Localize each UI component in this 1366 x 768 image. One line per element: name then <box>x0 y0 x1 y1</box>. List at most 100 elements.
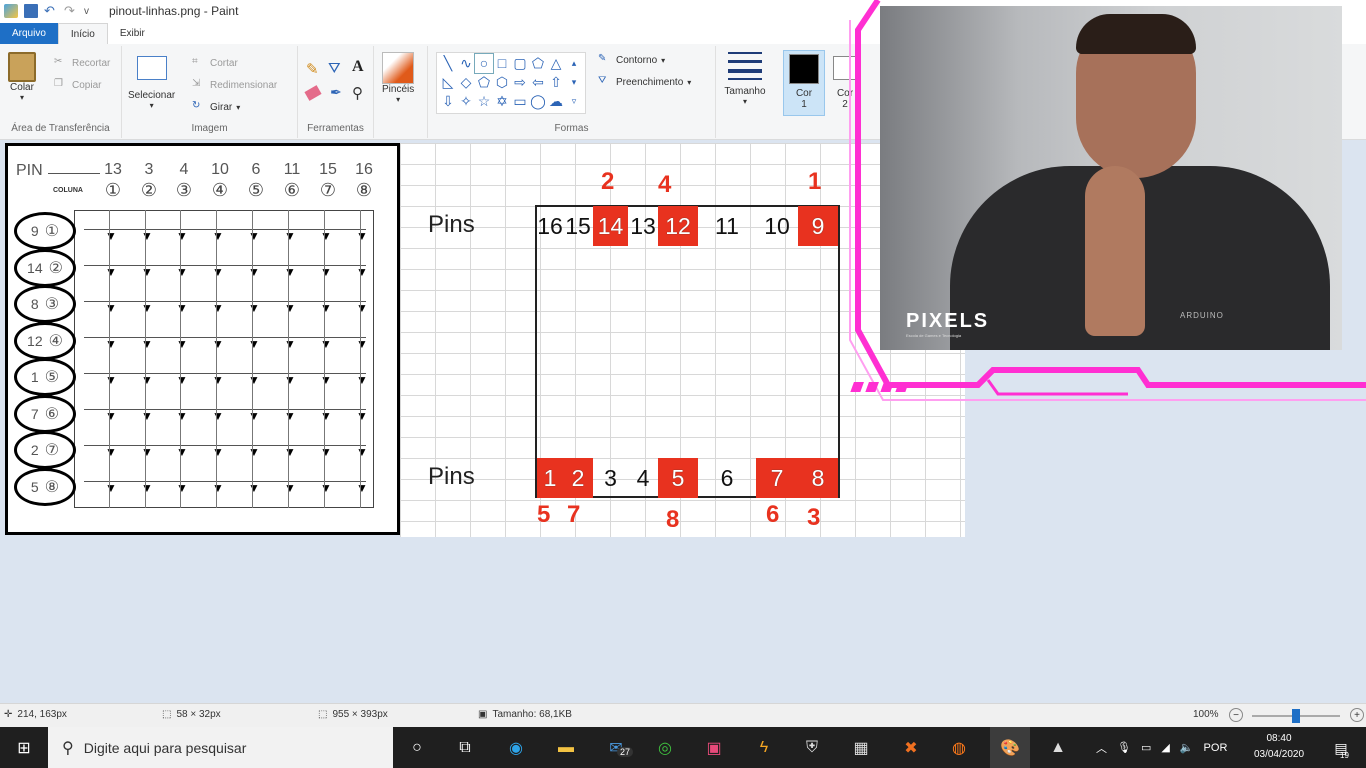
redo-icon[interactable]: ↷ <box>64 4 78 18</box>
led-diode-icon: ▼ <box>248 481 260 495</box>
color-picker-icon[interactable]: ✒ <box>330 84 342 101</box>
rectangle-shape-icon[interactable]: □ <box>493 54 511 73</box>
row-oval: 1⑤ <box>14 358 76 396</box>
star6-shape-icon[interactable]: ✡ <box>493 92 511 111</box>
brushes-button[interactable]: Pincéis ▾ <box>382 52 414 104</box>
led-diode-icon: ▼ <box>105 409 117 423</box>
right-triangle-shape-icon[interactable]: ◺ <box>439 73 457 92</box>
led-diode-icon: ▼ <box>248 373 260 387</box>
chevron-down-icon: ▾ <box>149 101 154 110</box>
undo-icon[interactable]: ↶ <box>44 4 58 18</box>
file-explorer-icon[interactable]: ▬ <box>553 735 579 761</box>
xampp-icon[interactable]: ✖ <box>898 735 924 761</box>
led-diode-icon: ▼ <box>105 265 117 279</box>
led-diode-icon: ▼ <box>212 481 224 495</box>
start-windows-icon[interactable]: ⊞ <box>11 735 37 761</box>
green-app-icon[interactable]: ◎ <box>652 735 678 761</box>
sublime-icon[interactable]: ϟ <box>751 735 777 761</box>
arrow-up-shape-icon[interactable]: ⇧ <box>547 73 565 92</box>
edge-icon[interactable]: ◉ <box>503 735 529 761</box>
image-viewer-icon[interactable]: ▲ <box>1045 735 1071 761</box>
save-icon[interactable] <box>24 4 38 18</box>
ide-icon[interactable]: ▣ <box>701 735 727 761</box>
led-diode-icon: ▼ <box>356 337 368 351</box>
arrow-down-shape-icon[interactable]: ⇩ <box>439 92 457 111</box>
task-view-icon[interactable]: ⧉ <box>452 735 478 761</box>
window-title: pinout-linhas.png - Paint <box>109 4 239 18</box>
bottom-pin-cell: 1 <box>537 458 563 498</box>
star4-shape-icon[interactable]: ✧ <box>457 92 475 111</box>
show-hidden-icons-icon[interactable]: ︿ <box>1096 740 1107 756</box>
triangle-shape-icon[interactable]: △ <box>547 54 565 73</box>
tab-arquivo[interactable]: Arquivo <box>0 23 58 44</box>
line-shape-icon[interactable]: ╲ <box>439 54 457 73</box>
volume-icon[interactable]: 🔈 <box>1180 741 1194 754</box>
battery-icon[interactable]: ▭ <box>1141 741 1151 754</box>
pentagon-shape-icon[interactable]: ⬠ <box>475 73 493 92</box>
bottom-pin-cell: 6 <box>720 465 734 491</box>
column-number: ③ <box>175 180 193 200</box>
fill-bucket-icon[interactable]: ⛛ <box>328 60 341 77</box>
firefox-icon[interactable]: ◍ <box>946 735 972 761</box>
hexagon-shape-icon[interactable]: ⬡ <box>493 73 511 92</box>
column-number: ④ <box>211 180 229 200</box>
copy-button[interactable]: ❐ Copiar <box>54 78 101 92</box>
led-diode-icon: ▼ <box>141 229 153 243</box>
fill-button[interactable]: ⛛ Preenchimento ▾ <box>598 75 691 89</box>
outline-button[interactable]: ✎ Contorno ▾ <box>598 53 665 67</box>
led-diode-icon: ▼ <box>176 445 188 459</box>
callout-rect-shape-icon[interactable]: ▭ <box>511 92 529 111</box>
shapes-gallery[interactable]: ╲ ∿ ○ □ ▢ ⬠ △ ▴ ◺ ◇ ⬠ ⬡ ⇨ ⇦ ⇧ ▾ ⇩ ✧ ☆ ✡ … <box>436 52 586 114</box>
bottom-red-number: 5 <box>537 501 551 528</box>
column-wire <box>360 210 361 508</box>
microphone-icon[interactable]: 🎙 <box>1117 741 1131 754</box>
row-number: ⑤ <box>44 369 60 386</box>
rounded-rectangle-shape-icon[interactable]: ▢ <box>511 54 529 73</box>
led-matrix-schematic[interactable]: PIN COLUNA 13 3 4 10 6 11 15 16 ①②③④⑤⑥⑦⑧ ▼ ▼ ▼ ▼ ▼ ▼… <box>5 143 400 535</box>
diamond-shape-icon[interactable]: ◇ <box>457 73 475 92</box>
size-button[interactable]: Tamanho ▾ <box>720 52 770 106</box>
text-tool-icon[interactable]: A <box>352 58 364 76</box>
zoom-slider-thumb[interactable] <box>1292 709 1300 723</box>
taskbar-search-box[interactable]: ⚲ Digite aqui para pesquisar <box>48 727 393 768</box>
cut-button[interactable]: ✂ Recortar <box>54 56 110 70</box>
star5-shape-icon[interactable]: ☆ <box>475 92 493 111</box>
callout-cloud-shape-icon[interactable]: ☁ <box>547 92 565 111</box>
shapes-scroll-up-icon[interactable]: ▴ <box>565 54 583 73</box>
magnifier-icon[interactable]: ⚲ <box>352 84 363 102</box>
network-icon[interactable]: ◢ <box>1161 741 1169 754</box>
rotate-button[interactable]: ↻ Girar ▾ <box>192 100 240 114</box>
tab-exibir[interactable]: Exibir <box>108 23 157 44</box>
brushes-label: Pincéis <box>382 84 415 95</box>
color1-button[interactable]: Cor 1 <box>783 50 825 116</box>
row-oval: 7⑥ <box>14 394 76 433</box>
column-wire <box>288 210 289 508</box>
paint-taskbar-icon[interactable]: 🎨 <box>990 727 1030 768</box>
quick-access-dropdown[interactable]: v <box>84 6 89 17</box>
cortana-icon[interactable]: ○ <box>404 735 430 761</box>
resize-button[interactable]: ⇲ Redimensionar <box>192 78 277 92</box>
oval-shape-icon[interactable]: ○ <box>474 53 494 74</box>
column-pin-number: 16 <box>355 161 373 178</box>
zoom-in-button[interactable]: + <box>1350 708 1364 722</box>
crop-button[interactable]: ⌗ Cortar <box>192 56 238 70</box>
pencil-icon[interactable]: ✎ <box>306 60 319 78</box>
photos-icon[interactable]: ▦ <box>848 735 874 761</box>
led-diode-icon: ▼ <box>212 265 224 279</box>
tab-inicio[interactable]: Início <box>57 23 108 44</box>
callout-oval-shape-icon[interactable]: ◯ <box>529 92 547 111</box>
shapes-scroll-down-icon[interactable]: ▾ <box>565 73 583 92</box>
curve-shape-icon[interactable]: ∿ <box>457 54 475 73</box>
zoom-out-button[interactable]: − <box>1229 708 1243 722</box>
language-indicator[interactable]: POR <box>1204 742 1228 754</box>
select-button[interactable]: Selecionar ▾ <box>128 56 175 110</box>
arrow-right-shape-icon[interactable]: ⇨ <box>511 73 529 92</box>
polygon-shape-icon[interactable]: ⬠ <box>529 54 547 73</box>
clock[interactable]: 08:40 03/04/2020 <box>1248 731 1310 763</box>
paste-button[interactable]: Colar ▾ <box>8 52 36 102</box>
store-icon[interactable]: ⛨ <box>799 735 825 761</box>
shapes-expand-icon[interactable]: ▿ <box>565 92 583 111</box>
arrow-left-shape-icon[interactable]: ⇦ <box>529 73 547 92</box>
eraser-icon[interactable] <box>304 85 322 101</box>
column-pin-number: 11 <box>283 161 301 178</box>
